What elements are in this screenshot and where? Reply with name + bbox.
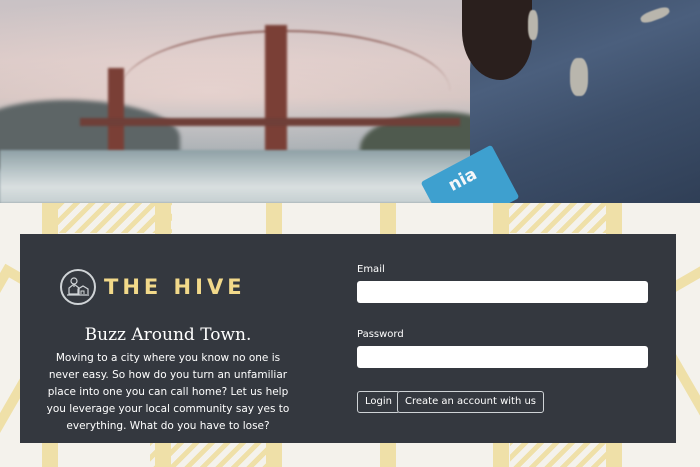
login-button[interactable]: Login bbox=[357, 391, 400, 413]
password-field[interactable] bbox=[357, 346, 648, 368]
jacket-rip bbox=[570, 58, 588, 96]
jacket-rip bbox=[528, 10, 538, 40]
email-field[interactable] bbox=[357, 281, 648, 303]
tagline: Buzz Around Town. bbox=[84, 325, 252, 345]
pattern-hatch bbox=[42, 203, 172, 233]
intro-description: Moving to a city where you know no one i… bbox=[46, 352, 290, 432]
password-label: Password bbox=[357, 329, 404, 340]
bridge-tower-far bbox=[108, 68, 124, 158]
brand-name: THE HIVE bbox=[104, 275, 246, 299]
create-account-button[interactable]: Create an account with us bbox=[397, 391, 545, 413]
login-card: THE HIVE Buzz Around Town. Moving to a c… bbox=[20, 234, 676, 443]
page: nia THE HIVE Buzz Around Town. Moving to… bbox=[0, 0, 700, 467]
hive-house-icon-svg bbox=[67, 277, 89, 296]
hive-house-icon bbox=[60, 269, 96, 305]
pattern-hatch bbox=[510, 439, 620, 467]
bridge-deck bbox=[80, 118, 460, 126]
hero-photo: nia bbox=[0, 0, 700, 203]
bridge-tower-near bbox=[265, 25, 287, 165]
brand: THE HIVE bbox=[60, 269, 246, 305]
pattern-hatch bbox=[508, 203, 618, 233]
email-label: Email bbox=[357, 264, 385, 275]
